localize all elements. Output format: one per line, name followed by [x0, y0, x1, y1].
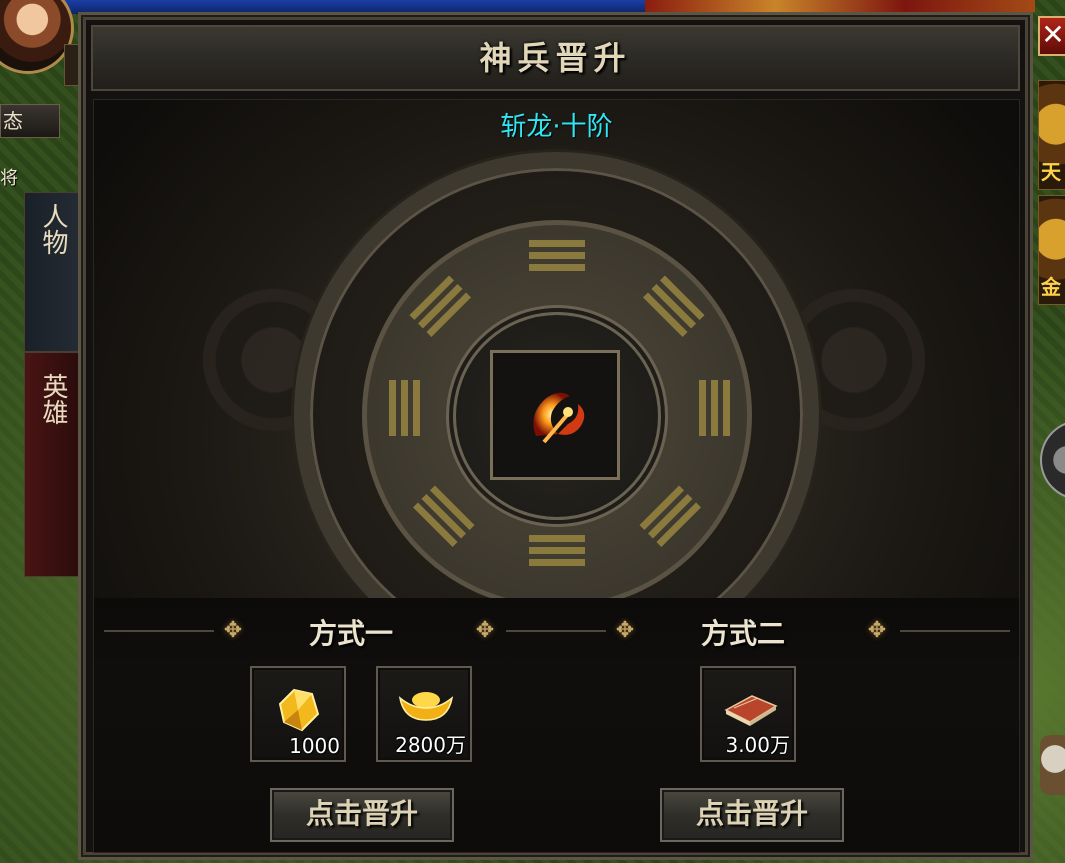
status-label: 态	[3, 109, 23, 133]
item-quantity: 3.00万	[725, 733, 790, 757]
activity-icon-2-label: 金	[1041, 275, 1061, 299]
divider-line	[506, 630, 606, 632]
dragon-slayer-weapon-icon	[533, 392, 585, 444]
tab-person-label: 人物	[38, 203, 68, 255]
knot-ornament-icon: ✥	[615, 618, 635, 643]
tab-person[interactable]: 人物	[24, 192, 80, 352]
weapon-slot[interactable]	[490, 350, 620, 480]
knot-ornament-icon: ✥	[475, 618, 495, 643]
red-book-icon	[724, 695, 778, 726]
general-label: 将	[0, 168, 18, 189]
weapon-promotion-panel: 神兵晋升 斩龙·十阶 ✥ ✥ ✥ ✥ 方式一 方式二 1000 2800万 3.…	[78, 12, 1033, 860]
knot-ornament-icon: ✥	[223, 618, 243, 643]
status-button[interactable]: 态	[0, 104, 60, 138]
panel-title: 神兵晋升	[479, 39, 632, 77]
item-slot-gold-ingot[interactable]: 2800万	[376, 666, 472, 762]
divider-line	[104, 630, 214, 632]
trigram-top-icon	[529, 240, 585, 276]
method-two-label: 方式二	[701, 617, 786, 650]
tab-hero-label: 英雄	[38, 373, 68, 425]
promote-button-method-one[interactable]: 点击晋升	[270, 788, 454, 842]
trigram-bottom-icon	[529, 535, 585, 571]
close-button[interactable]: ✕	[1038, 16, 1065, 56]
item-slot-book[interactable]: 3.00万	[700, 666, 796, 762]
promote-button-method-two[interactable]: 点击晋升	[660, 788, 844, 842]
close-icon: ✕	[1041, 18, 1065, 51]
gold-ingot-icon	[398, 692, 454, 721]
title-bar[interactable]: 神兵晋升	[91, 25, 1020, 91]
npc-figure	[1040, 735, 1065, 795]
activity-icon-2[interactable]: 金	[1038, 195, 1065, 305]
weapon-name: 斩龙·十阶	[500, 112, 613, 142]
knot-ornament-icon: ✥	[867, 618, 887, 643]
activity-icon-1-label: 天	[1041, 160, 1061, 184]
activity-icon-1[interactable]: 天	[1038, 80, 1065, 190]
top-banner-art	[645, 0, 1035, 12]
trigram-right-icon	[694, 380, 730, 436]
item-slot-gem[interactable]: 1000	[250, 666, 346, 762]
item-quantity: 1000	[289, 734, 340, 758]
tab-hero[interactable]: 英雄	[24, 352, 80, 577]
yellow-gem-icon	[278, 688, 320, 732]
divider-line	[900, 630, 1010, 632]
panel-content: 斩龙·十阶 ✥ ✥ ✥ ✥ 方式一 方式二 1000 2800万 3.00万 点…	[93, 99, 1020, 853]
item-quantity: 2800万	[395, 733, 466, 757]
method-one-label: 方式一	[309, 617, 394, 650]
trigram-left-icon	[384, 380, 420, 436]
